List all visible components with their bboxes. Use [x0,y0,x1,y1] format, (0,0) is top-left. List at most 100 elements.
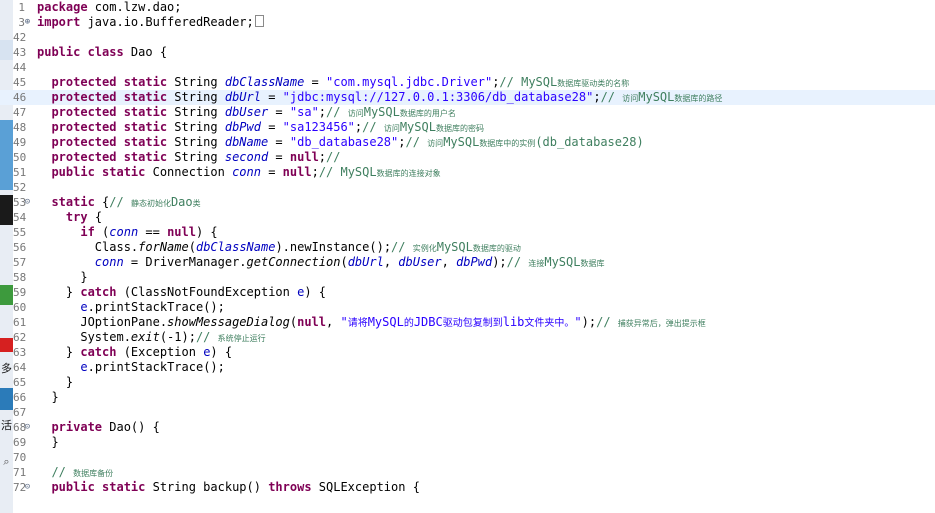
code-token: dbPwd [456,255,493,269]
code-line[interactable]: 53 ⊝ static {// 静态初始化Dao类 [0,195,935,210]
code-token: (-1); [159,330,196,344]
code-text: static {// 静态初始化Dao类 [37,195,201,211]
code-token: MySQL [638,90,675,104]
code-line[interactable]: 3 ⊕ import java.io.BufferedReader; [0,15,935,30]
code-token: = [260,120,283,134]
code-text: protected static String dbClassName = "c… [37,75,629,91]
code-token: forName [138,240,189,254]
code-token: = DriverManager. [123,255,247,269]
code-text: } catch (ClassNotFoundException e) { [37,285,326,300]
collapse-fold-icon[interactable]: ⊝ [23,483,32,492]
code-token: Dao { [123,45,168,59]
code-token: " [340,315,348,329]
code-text: conn = DriverManager.getConnection(dbUrl… [37,255,605,271]
line-number: 45 [13,76,27,89]
code-line[interactable]: 55 if (conn == null) { [0,225,935,240]
code-line[interactable]: 66 } [0,390,935,405]
code-token: // MySQL [499,75,558,89]
code-text: public class Dao { [37,45,167,60]
line-number: 65 [13,376,27,389]
code-line[interactable]: 71 // 数据库备份 [0,465,935,480]
code-line[interactable]: 50 protected static String second = null… [0,150,935,165]
line-number: 66 [13,391,27,404]
code-line[interactable]: 63 } catch (Exception e) { [0,345,935,360]
collapse-fold-icon[interactable]: ⊝ [23,198,32,207]
code-token: , [326,315,341,329]
code-line[interactable]: 68 ⊝ private Dao() { [0,420,935,435]
code-line[interactable]: 64 e.printStackTrace(); [0,360,935,375]
code-token: ; [318,150,327,164]
code-token: 静态初始化 [130,199,171,208]
code-token: if [80,225,95,239]
code-line[interactable]: 43 public class Dao { [0,45,935,60]
code-line[interactable]: 67 [0,405,935,420]
code-editor[interactable]: 1 package com.lzw.dao; 3 ⊕ import java.io.Bu… [0,0,935,513]
code-line[interactable]: 46 protected static String dbUrl = "jdbc… [0,90,935,105]
code-token: // [405,135,428,149]
code-line[interactable]: 1 package com.lzw.dao; [0,0,935,15]
code-token: // [596,315,618,329]
code-token: "jdbc:mysql://127.0.0.1:3306/db_database… [282,90,594,104]
line-number: 64 [13,361,27,374]
expand-fold-icon[interactable]: ⊕ [23,18,32,27]
code-token: } [37,270,88,284]
code-token: showMessageDialog [167,315,290,329]
code-text: protected static String dbUrl = "jdbc:my… [37,90,722,106]
code-line[interactable]: 65 } [0,375,935,390]
code-line[interactable]: 69 } [0,435,935,450]
code-token: "sa" [289,105,319,119]
code-line[interactable]: 48 protected static String dbPwd = "sa12… [0,120,935,135]
line-number: 47 [13,106,27,119]
code-token: getConnection [246,255,341,269]
code-token: String [167,105,225,119]
code-line[interactable]: 44 [0,60,935,75]
code-line[interactable]: 70 [0,450,935,465]
code-token: null [289,150,319,164]
code-token: java.io.BufferedReader; [80,15,254,29]
line-number: 50 [13,151,27,164]
code-token: = [268,135,290,149]
code-token: 系统停止运行 [217,334,266,343]
code-token: " [574,315,582,329]
code-token: e [80,300,88,314]
line-number: 42 [13,31,27,44]
code-token: exit [130,330,160,344]
line-number: 1 [18,1,25,14]
code-token: (Exception [116,345,204,359]
code-line[interactable]: 61 JOptionPane.showMessageDialog(null, "… [0,315,935,330]
code-token: conn [232,165,261,179]
code-token: } [37,285,81,299]
code-line[interactable]: 58 } [0,270,935,285]
code-token: ); [581,315,597,329]
code-line[interactable]: 51 public static Connection conn = null;… [0,165,935,180]
code-line[interactable]: 57 conn = DriverManager.getConnection(db… [0,255,935,270]
code-line[interactable]: 45 protected static String dbClassName =… [0,75,935,90]
code-line[interactable]: 62 System.exit(-1);// 系统停止运行 [0,330,935,345]
code-line[interactable]: 60 e.printStackTrace(); [0,300,935,315]
code-line[interactable]: 42 [0,30,935,45]
line-number: 55 [13,226,27,239]
code-line[interactable]: 52 [0,180,935,195]
code-line[interactable]: 56 Class.forName(dbClassName).newInstanc… [0,240,935,255]
code-line[interactable]: 54 try { [0,210,935,225]
code-line[interactable]: 47 protected static String dbUser = "sa"… [0,105,935,120]
code-token: protected static [51,120,168,134]
code-line[interactable]: 49 protected static String dbName = "db_… [0,135,935,150]
code-token: 文件夹中。 [524,318,575,329]
collapsed-imports-icon[interactable] [254,15,264,27]
code-token: "sa123456" [282,120,355,134]
code-token: 数据库的密码 [435,124,484,133]
code-line[interactable]: 72 ⊝ public static String backup() throws… [0,480,935,495]
code-text: private Dao() { [37,420,159,435]
code-token: 类 [192,199,201,208]
code-text: e.printStackTrace(); [37,360,225,375]
collapse-fold-icon[interactable]: ⊝ [23,423,32,432]
code-token: // [362,120,384,134]
code-token: ; [593,90,601,104]
code-line[interactable]: 59 } catch (ClassNotFoundException e) { [0,285,935,300]
